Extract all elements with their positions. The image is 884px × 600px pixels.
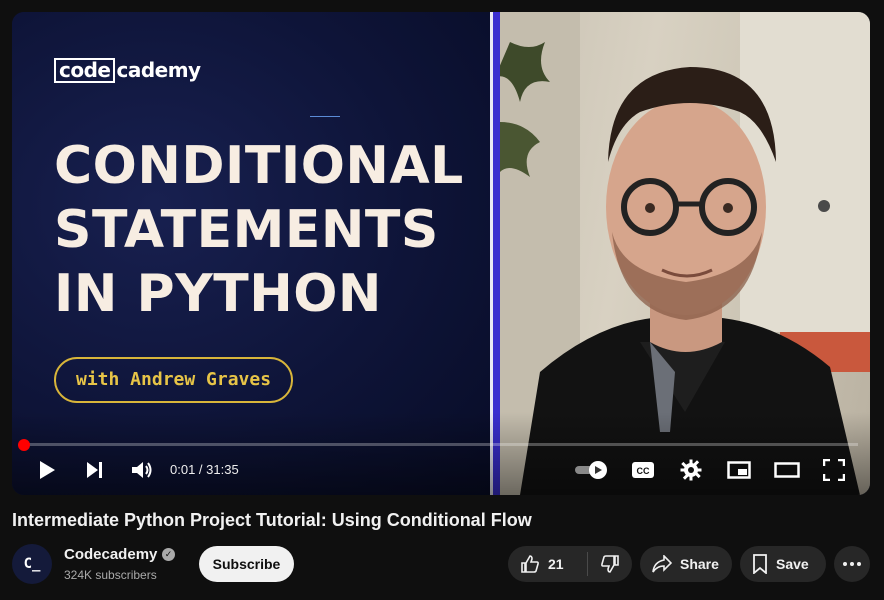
video-title: Intermediate Python Project Tutorial: Us… (12, 510, 532, 530)
save-button[interactable]: Save (740, 546, 826, 582)
play-icon (40, 461, 55, 479)
theater-mode-button[interactable] (774, 458, 800, 482)
next-icon (87, 462, 102, 478)
thumbs-down-icon (601, 555, 620, 573)
avatar-text: C_ (23, 556, 41, 572)
gear-icon (680, 459, 702, 481)
presenter-pill: with Andrew Graves (54, 357, 294, 403)
thumbnail-title-line: IN PYTHON (54, 264, 382, 324)
captions-icon: CC (632, 462, 654, 478)
settings-button[interactable] (680, 458, 702, 482)
autoplay-toggle-icon (575, 461, 607, 479)
decorative-line (310, 116, 340, 117)
fullscreen-button[interactable] (822, 458, 846, 482)
like-dislike-group: 21 (508, 546, 632, 582)
verified-icon: ✓ (162, 548, 175, 561)
subscriber-count: 324K subscribers (64, 568, 157, 582)
share-icon (652, 555, 672, 573)
fullscreen-icon (823, 459, 845, 481)
volume-button[interactable] (130, 458, 154, 482)
channel-name[interactable]: Codecademy (64, 546, 157, 563)
save-label: Save (776, 556, 809, 572)
play-button[interactable] (36, 458, 58, 482)
thumbnail-title: CONDITIONAL STATEMENTS IN PYTHON (54, 134, 464, 326)
subscribe-button[interactable]: Subscribe (199, 546, 294, 582)
captions-button[interactable]: CC (630, 458, 656, 482)
share-button[interactable]: Share (640, 546, 732, 582)
svg-text:CC: CC (637, 466, 650, 476)
channel-avatar[interactable]: C_ (12, 544, 52, 584)
like-button[interactable]: 21 (508, 546, 577, 582)
like-count: 21 (548, 556, 564, 572)
next-button[interactable] (84, 458, 106, 482)
miniplayer-button[interactable] (726, 458, 752, 482)
more-horizontal-icon (843, 562, 861, 566)
progress-bar[interactable] (24, 443, 858, 446)
progress-scrubber[interactable] (18, 439, 30, 451)
thumbnail-title-line: STATEMENTS (54, 200, 439, 260)
video-player[interactable]: code cademy CONDITIONAL STATEMENTS IN PYT… (12, 12, 870, 495)
volume-icon (132, 462, 152, 478)
thumbs-up-icon (521, 555, 539, 573)
controls-gradient (12, 412, 870, 495)
more-actions-button[interactable] (834, 546, 870, 582)
theater-icon (774, 462, 800, 478)
miniplayer-icon (727, 461, 751, 479)
bookmark-icon (753, 554, 767, 574)
dislike-button[interactable] (588, 546, 632, 582)
thumbnail-title-line: CONDITIONAL (54, 136, 464, 196)
codecademy-logo: code cademy (54, 58, 201, 83)
autoplay-toggle[interactable] (574, 458, 610, 482)
share-label: Share (680, 556, 719, 572)
time-display: 0:01 / 31:35 (170, 462, 239, 477)
